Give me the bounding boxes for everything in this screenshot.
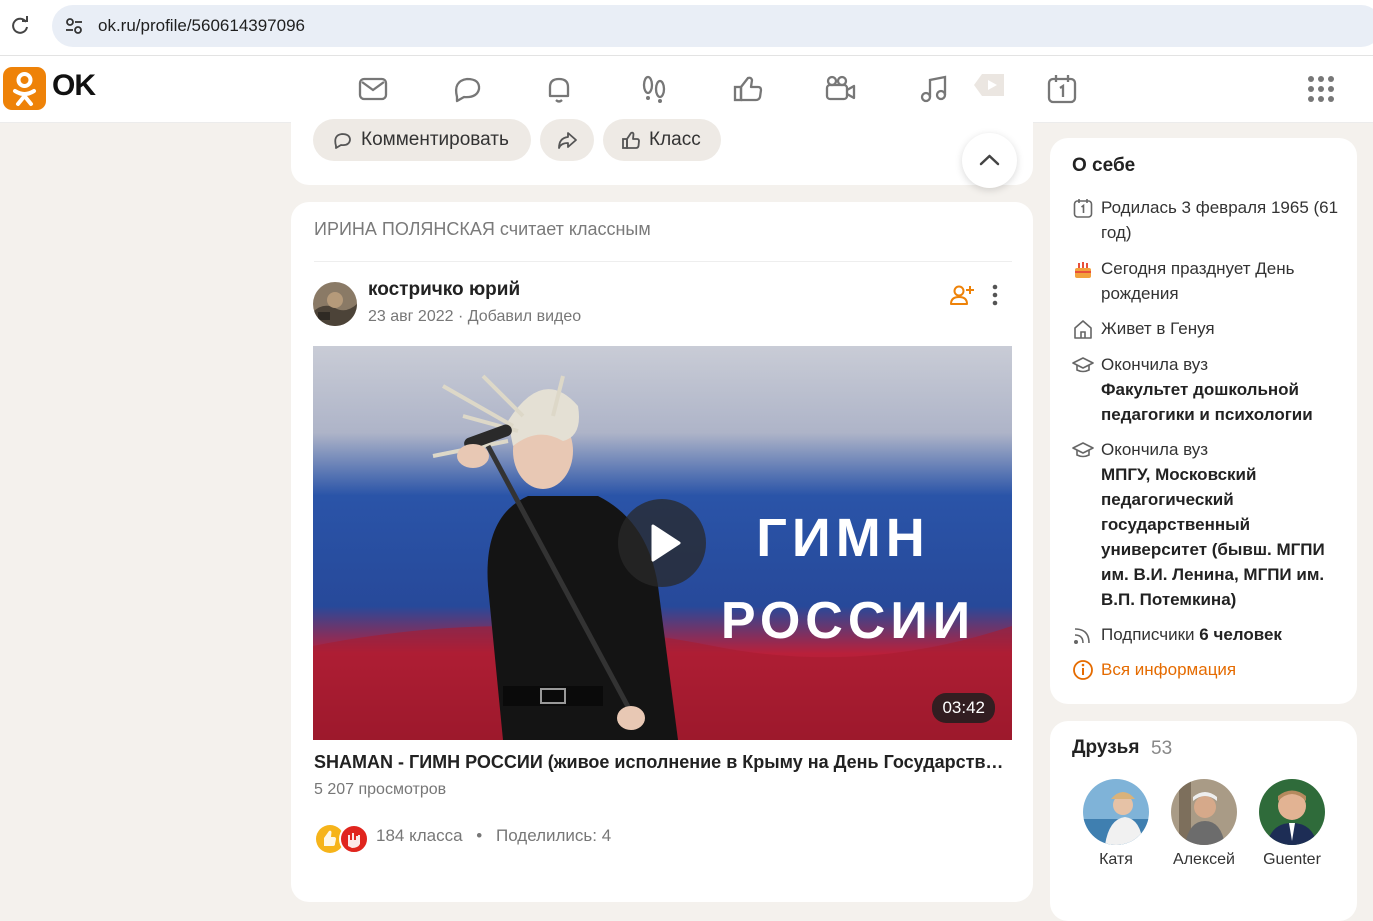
info-icon bbox=[1072, 659, 1094, 681]
site-info-icon[interactable] bbox=[62, 14, 86, 38]
bullet-separator: • bbox=[476, 826, 483, 845]
liked-by-text[interactable]: ИРИНА ПОЛЯНСКАЯ считает классным bbox=[314, 219, 651, 240]
info-subscribers[interactable]: Подписчики 6 человек bbox=[1072, 622, 1342, 647]
apps-grid-icon[interactable] bbox=[1303, 71, 1339, 107]
friend-avatar[interactable] bbox=[1083, 779, 1149, 845]
all-info-link[interactable]: Вся информация bbox=[1072, 657, 1342, 682]
edu1-name[interactable]: Факультет дошкольной педагогики и психол… bbox=[1101, 380, 1313, 424]
friend-name[interactable]: Алексей bbox=[1164, 851, 1244, 869]
info-birth-date: Родилась 3 февраля 1965 (61 год) bbox=[1072, 195, 1342, 245]
video-title[interactable]: SHAMAN - ГИМН РОССИИ (живое исполнение в… bbox=[314, 752, 1012, 773]
about-title: О себе bbox=[1072, 155, 1136, 176]
friend-name[interactable]: Guenter bbox=[1252, 851, 1332, 869]
edu1-label: Окончила вуз bbox=[1101, 355, 1209, 374]
play-icon[interactable] bbox=[972, 68, 1008, 104]
comment-label: Комментировать bbox=[361, 129, 509, 150]
music-icon[interactable] bbox=[916, 71, 952, 107]
friend-avatar[interactable] bbox=[1171, 779, 1237, 845]
birth-text: Родилась 3 февраля 1965 (61 год) bbox=[1101, 198, 1339, 242]
friends-count[interactable]: 53 bbox=[1151, 738, 1172, 760]
scroll-up-button[interactable] bbox=[962, 133, 1017, 188]
class-button[interactable]: Класс bbox=[603, 119, 721, 161]
post-action: Добавил видео bbox=[467, 308, 582, 325]
home-icon bbox=[1072, 318, 1094, 340]
reactions-summary: 184 класса • Поделились: 4 bbox=[376, 826, 611, 846]
reload-icon[interactable] bbox=[8, 14, 32, 38]
browser-toolbar: ok.ru/profile/560614397096 bbox=[0, 0, 1373, 56]
play-button[interactable] bbox=[618, 499, 706, 587]
mail-icon[interactable] bbox=[355, 71, 391, 107]
more-options-icon[interactable] bbox=[985, 282, 1005, 308]
graduation-cap-icon bbox=[1072, 354, 1094, 376]
notifications-icon[interactable] bbox=[541, 71, 577, 107]
shares-count[interactable]: Поделились: 4 bbox=[496, 826, 611, 845]
friend-name[interactable]: Катя bbox=[1076, 851, 1156, 869]
info-education-2: Окончила вуз МПГУ, Московский педагогичес… bbox=[1072, 437, 1342, 612]
meta-separator: · bbox=[453, 308, 468, 325]
graduation-cap-icon bbox=[1072, 439, 1094, 461]
play-icon bbox=[651, 524, 681, 562]
add-friend-icon[interactable] bbox=[949, 282, 975, 308]
birthday-text: Сегодня празднует День рождения bbox=[1101, 259, 1295, 303]
reaction-icons[interactable] bbox=[314, 823, 374, 854]
share-button[interactable] bbox=[540, 119, 594, 161]
likes-icon[interactable] bbox=[730, 71, 766, 107]
chevron-up-icon bbox=[979, 154, 1000, 166]
subs-count[interactable]: 6 человек bbox=[1199, 625, 1282, 644]
overlay-line1: ГИМН bbox=[756, 508, 929, 568]
lives-text[interactable]: Живет в Генуя bbox=[1101, 316, 1351, 341]
calendar-icon bbox=[1072, 197, 1094, 219]
divider bbox=[314, 261, 1012, 262]
post-date[interactable]: 23 авг 2022 bbox=[368, 308, 454, 325]
guests-icon[interactable] bbox=[636, 71, 672, 107]
info-education-1: Окончила вуз Факультет дошкольной педагог… bbox=[1072, 352, 1342, 427]
video-duration: 03:42 bbox=[932, 693, 995, 723]
friend-avatar[interactable] bbox=[1259, 779, 1325, 845]
video-views: 5 207 просмотров bbox=[314, 781, 447, 798]
info-birthday-today: Сегодня празднует День рождения bbox=[1072, 256, 1342, 306]
all-info-text[interactable]: Вся информация bbox=[1101, 657, 1351, 682]
calendar-icon[interactable] bbox=[1044, 71, 1080, 107]
share-icon bbox=[558, 132, 577, 149]
overlay-line2: РОССИИ bbox=[721, 592, 975, 650]
info-lives: Живет в Генуя bbox=[1072, 316, 1342, 341]
class-label: Класс bbox=[649, 129, 701, 150]
url-text[interactable]: ok.ru/profile/560614397096 bbox=[98, 16, 305, 36]
comment-icon bbox=[334, 133, 351, 149]
post-meta: 23 авг 2022 · Добавил видео bbox=[368, 308, 581, 326]
comment-button[interactable]: Комментировать bbox=[313, 119, 531, 161]
edu2-name[interactable]: МПГУ, Московский педагогический государс… bbox=[1101, 465, 1325, 609]
like-icon bbox=[622, 131, 640, 149]
edu2-label: Окончила вуз bbox=[1101, 440, 1209, 459]
rss-icon bbox=[1072, 624, 1094, 646]
discussions-icon[interactable] bbox=[449, 71, 485, 107]
likes-count[interactable]: 184 класса bbox=[376, 826, 463, 845]
ok-logo-icon[interactable] bbox=[3, 67, 46, 110]
friends-title[interactable]: Друзья bbox=[1072, 737, 1139, 759]
address-bar[interactable]: ok.ru/profile/560614397096 bbox=[52, 5, 1373, 47]
author-name[interactable]: костричко юрий bbox=[368, 279, 520, 301]
cake-icon bbox=[1072, 258, 1094, 280]
video-thumbnail[interactable]: ГИМН РОССИИ 03:42 bbox=[313, 346, 1012, 740]
author-avatar[interactable] bbox=[313, 282, 357, 326]
logo-text[interactable]: OK bbox=[52, 69, 96, 103]
subs-label: Подписчики bbox=[1101, 625, 1195, 644]
video-icon[interactable] bbox=[823, 71, 859, 107]
